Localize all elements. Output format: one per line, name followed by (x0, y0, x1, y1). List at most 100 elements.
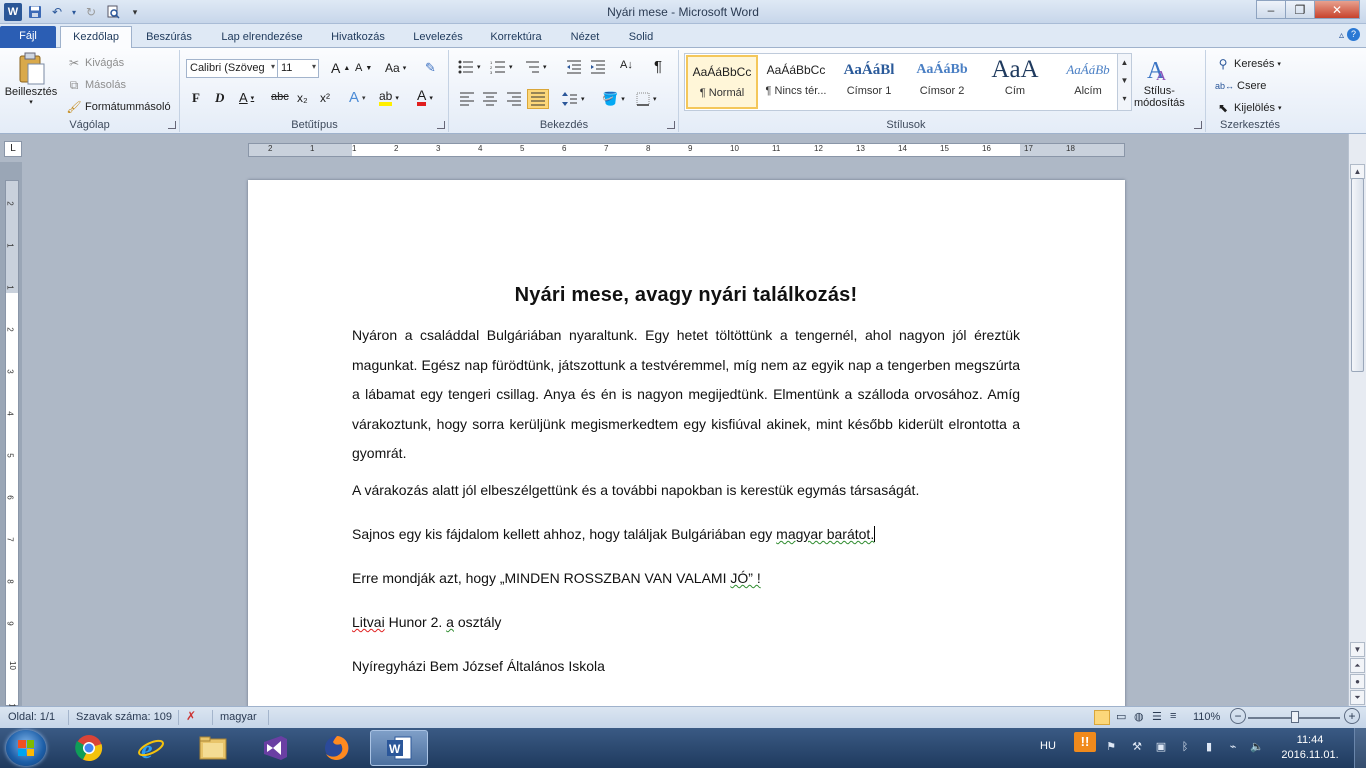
sort-button[interactable]: A↓ (620, 59, 633, 71)
chevron-up-icon[interactable]: ▲ (1118, 54, 1131, 72)
tab-view[interactable]: Nézet (560, 28, 610, 48)
proofing-errors-icon[interactable]: ✗ (186, 709, 196, 723)
help-icon[interactable]: ? (1347, 28, 1360, 41)
scrollbar-thumb[interactable] (1351, 178, 1364, 372)
start-button[interactable] (6, 730, 46, 766)
minimize-ribbon-icon[interactable]: ▵ (1339, 30, 1344, 41)
justify-button[interactable] (527, 89, 549, 109)
taskbar-firefox[interactable] (308, 730, 366, 766)
paragraph-3[interactable]: Sajnos egy kis fájdalom kellett ahhoz, h… (352, 525, 1020, 544)
show-desktop-button[interactable] (1354, 728, 1366, 768)
taskbar-chrome[interactable] (60, 730, 118, 766)
clipboard-launcher-icon[interactable] (168, 121, 176, 129)
tab-insert[interactable]: Beszúrás (138, 28, 200, 48)
show-formatting-button[interactable]: ¶ (654, 58, 662, 75)
word-count[interactable]: Szavak száma: 109 (76, 711, 172, 723)
find-button[interactable]: ⚲ Keresés ▾ (1215, 56, 1281, 72)
cut-button[interactable]: ✂ Kivágás (66, 55, 124, 71)
style-heading-1[interactable]: AaÁáBl Címsor 1 (833, 55, 905, 109)
replace-button[interactable]: ab↔ Csere (1215, 78, 1266, 94)
format-painter-button[interactable]: 🖌 Formátummásoló (66, 99, 170, 115)
tab-file[interactable]: Fájl (0, 26, 56, 48)
volume-icon[interactable]: 🔈 (1250, 740, 1264, 754)
select-button[interactable]: ⬉ Kijelölés ▾ (1215, 100, 1282, 116)
taskbar-ie[interactable]: e (122, 730, 180, 766)
grammar-flagged-text[interactable]: a (446, 614, 454, 630)
line-spacing-button[interactable]: ▾ (562, 92, 585, 106)
full-screen-reading-icon[interactable]: ▭ (1116, 710, 1126, 723)
bullets-button[interactable]: ▾ (458, 60, 481, 74)
document-body[interactable]: Nyári mese, avagy nyári találkozás! Nyár… (352, 284, 1020, 701)
styles-launcher-icon[interactable] (1194, 121, 1202, 129)
borders-button[interactable]: ▾ (636, 92, 657, 106)
zoom-slider-knob[interactable] (1291, 711, 1300, 723)
clock[interactable]: 11:44 2016.11.01. (1280, 733, 1340, 763)
styles-gallery-scroll[interactable]: ▲ ▼ ▾ (1117, 54, 1131, 110)
zoom-out-button[interactable]: − (1230, 708, 1246, 724)
tab-page-layout[interactable]: Lap elrendezése (210, 28, 314, 48)
style-no-spacing[interactable]: AaÁáBbCc ¶ Nincs tér... (760, 55, 832, 109)
web-layout-icon[interactable]: ◍ (1134, 710, 1144, 723)
monitor-icon[interactable]: ▣ (1154, 740, 1168, 754)
next-page-icon[interactable]: ⏷ (1350, 690, 1365, 705)
maximize-button[interactable]: ❐ (1285, 0, 1315, 19)
tab-solid[interactable]: Solid (616, 28, 666, 48)
document-title[interactable]: Nyári mese, avagy nyári találkozás! (352, 284, 1020, 307)
taskbar-explorer[interactable] (184, 730, 242, 766)
style-title[interactable]: AaA Cím (979, 55, 1051, 109)
minimize-button[interactable]: – (1256, 0, 1286, 19)
clear-formatting-button[interactable]: ✎ (425, 60, 436, 76)
text-effects-button[interactable]: A ▾ (349, 89, 366, 106)
scroll-up-icon[interactable]: ▲ (1350, 164, 1365, 179)
spelling-flagged-text[interactable]: Litvai (352, 614, 385, 630)
style-subtitle[interactable]: AaÁáBb Alcím (1052, 55, 1124, 109)
bold-button[interactable]: F (192, 90, 200, 106)
grammar-flagged-text[interactable]: JÓ” ! (730, 570, 760, 586)
subscript-button[interactable]: x₂ (297, 91, 308, 105)
page-count[interactable]: Oldal: 1/1 (8, 711, 55, 723)
grow-font-button[interactable]: A ▲ (331, 60, 350, 76)
taskbar-word[interactable]: W (370, 730, 428, 766)
horizontal-ruler[interactable]: 2 1 1 2 3 4 5 6 7 8 9 10 11 12 13 14 15 16 17 18 (248, 143, 1125, 157)
increase-indent-button[interactable] (590, 60, 606, 74)
paragraph-5[interactable]: Litvai Hunor 2. a osztály (352, 613, 1020, 632)
highlight-button[interactable]: ab ▾ (379, 90, 399, 106)
more-styles-icon[interactable]: ▾ (1118, 90, 1131, 108)
tab-selector[interactable]: L (4, 141, 22, 157)
tab-home[interactable]: Kezdőlap (60, 26, 132, 48)
shading-button[interactable]: 🪣 ▾ (602, 91, 625, 107)
flag-icon[interactable]: ⚑ (1104, 740, 1118, 754)
font-color-button[interactable]: A ▾ (417, 88, 433, 106)
taskbar-visual-studio[interactable] (246, 730, 304, 766)
paste-button[interactable]: Beillesztés ▾ (5, 52, 57, 106)
style-normal[interactable]: AaÁáBbCc ¶ Normál (686, 55, 758, 109)
tool-icon[interactable]: ⚒ (1130, 740, 1144, 754)
change-styles-button[interactable]: AA Stílus- módosítás (1134, 54, 1185, 109)
font-launcher-icon[interactable] (437, 121, 445, 129)
chevron-down-icon[interactable]: ▼ (1118, 72, 1131, 90)
paragraph-launcher-icon[interactable] (667, 121, 675, 129)
print-layout-icon[interactable] (1094, 710, 1110, 725)
strikethrough-button[interactable]: abc (271, 91, 289, 103)
italic-button[interactable]: D (215, 90, 224, 106)
font-name-combo[interactable]: Calibri (Szöveg ▾ (186, 59, 278, 78)
document-page[interactable]: Nyári mese, avagy nyári találkozás! Nyár… (248, 180, 1125, 706)
tab-review[interactable]: Korrektúra (480, 28, 552, 48)
change-case-button[interactable]: Aa ▾ (385, 61, 406, 75)
vertical-scrollbar[interactable]: ▲ ▼ ⏶ ● ⏷ (1348, 134, 1366, 706)
underline-button[interactable]: A ▾ (239, 90, 254, 105)
document-area[interactable]: Nyári mese, avagy nyári találkozás! Nyár… (22, 162, 1348, 706)
zoom-in-button[interactable]: + (1344, 708, 1360, 724)
tab-mailings[interactable]: Levelezés (404, 28, 472, 48)
grammar-flagged-text[interactable]: magyar barátot. (776, 526, 874, 542)
align-center-button[interactable] (482, 92, 498, 106)
copy-button[interactable]: ⧉ Másolás (66, 77, 126, 93)
paragraph-2[interactable]: A várakozás alatt jól elbeszélgettünk és… (352, 481, 1020, 500)
vertical-ruler[interactable]: 21123456789101112 (5, 180, 19, 754)
outline-icon[interactable]: ☰ (1152, 710, 1162, 723)
notification-alert-icon[interactable]: !! (1074, 732, 1096, 752)
power-icon[interactable]: ⌁ (1226, 740, 1240, 754)
style-heading-2[interactable]: AaÁáBb Címsor 2 (906, 55, 978, 109)
network-icon[interactable]: ▮ (1202, 740, 1216, 754)
keyboard-language[interactable]: HU (1040, 740, 1056, 756)
